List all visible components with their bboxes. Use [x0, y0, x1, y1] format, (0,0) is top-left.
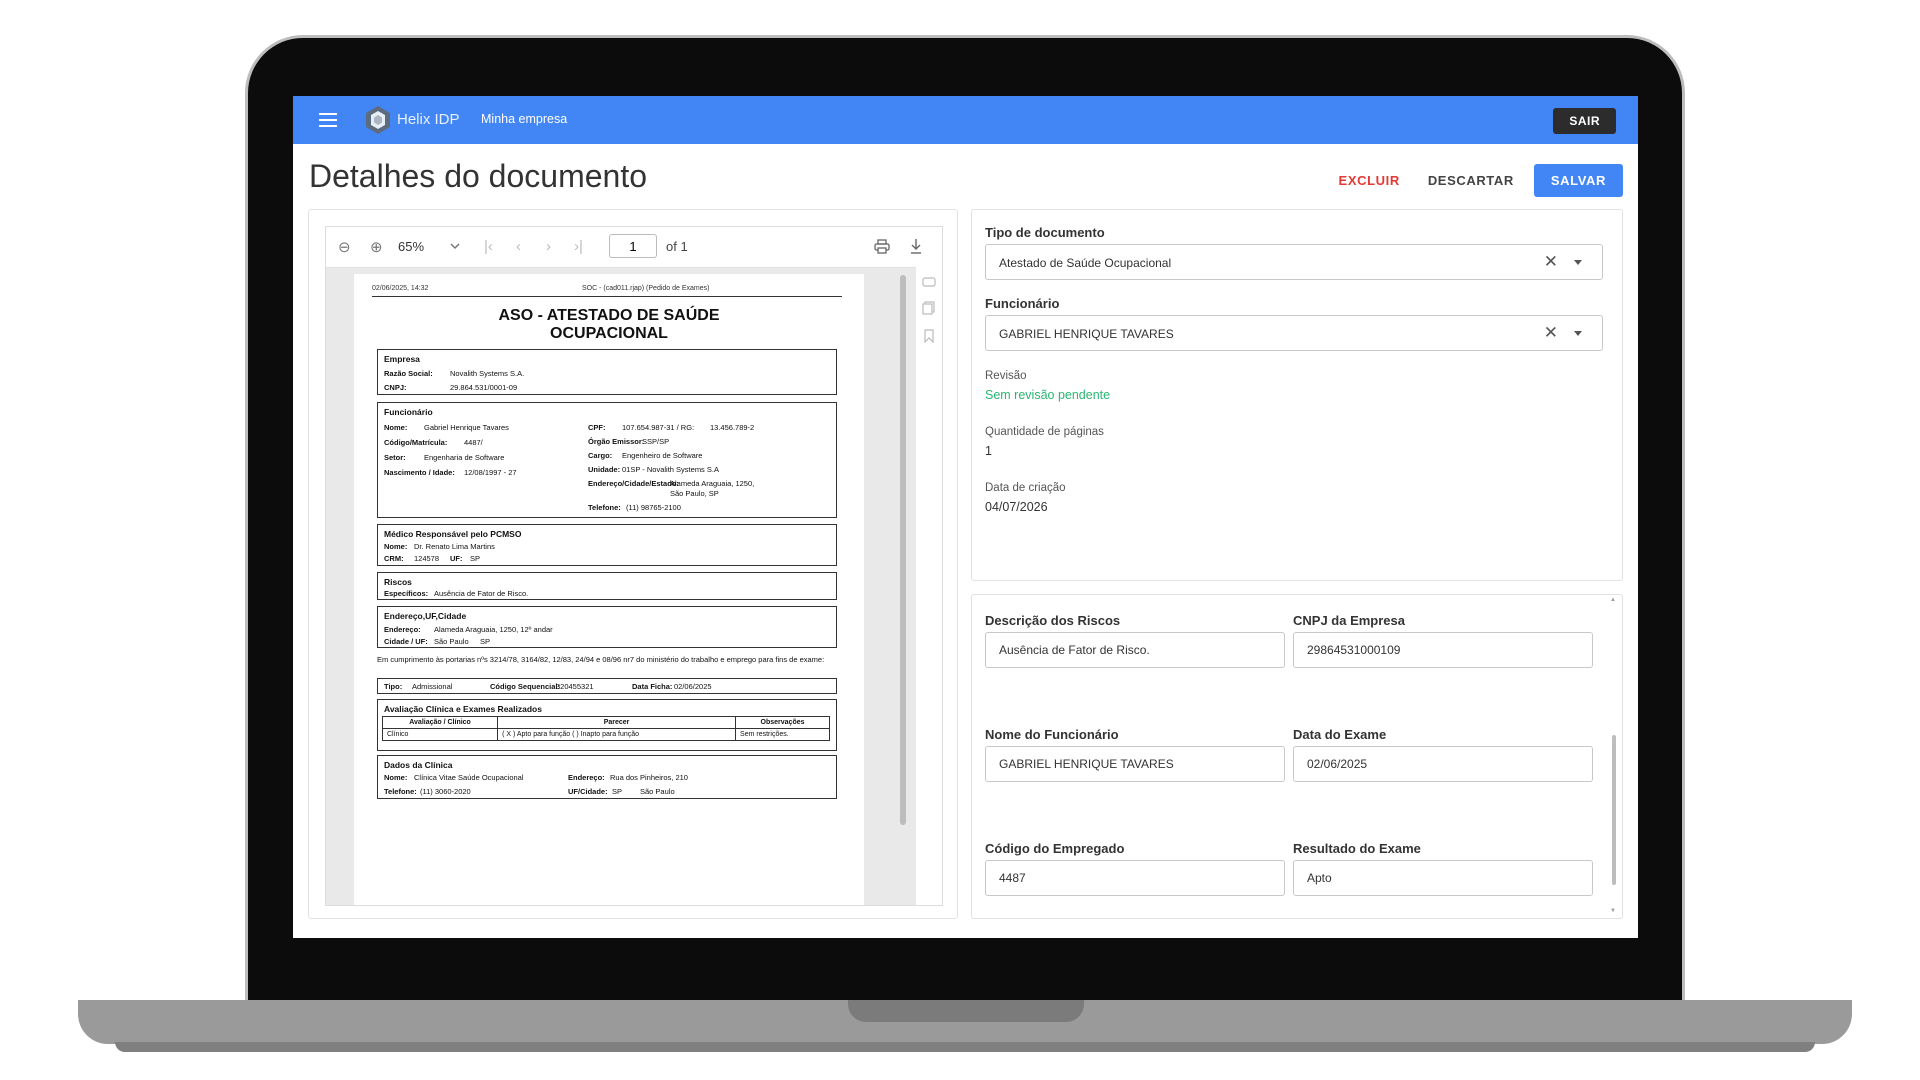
zoom-level[interactable]: 65%: [398, 239, 424, 254]
logout-button[interactable]: SAIR: [1553, 108, 1616, 134]
next-page-icon[interactable]: ›: [546, 238, 551, 255]
revisao-label: Revisão: [985, 370, 1027, 382]
extracted-fields-panel: Descrição dos Riscos Ausência de Fator d…: [971, 594, 1623, 919]
resultado-field-label: Resultado do Exame: [1293, 841, 1421, 856]
laptop-notch: [848, 1000, 1084, 1022]
tipo-select[interactable]: Atestado de Saúde Ocupacional ✕: [985, 244, 1603, 280]
page-number-input[interactable]: [609, 234, 657, 258]
paginas-label: Quantidade de páginas: [985, 426, 1104, 438]
codigo-field-label: Código do Empregado: [985, 841, 1125, 856]
doc-header: 02/06/2025, 14:32 SOC - (cad011.rjap) (P…: [372, 285, 842, 297]
comment-icon[interactable]: [922, 277, 936, 289]
zoom-out-icon[interactable]: ⊖: [338, 238, 351, 256]
zoom-in-icon[interactable]: ⊕: [370, 238, 383, 256]
first-page-icon[interactable]: |‹: [484, 238, 493, 255]
riscos-field-label: Descrição dos Riscos: [985, 613, 1121, 628]
funcionario-label: Funcionário: [985, 296, 1060, 311]
company-switcher[interactable]: Minha empresa: [481, 112, 567, 126]
doc-avaliacao-box: Avaliação Clínica e Exames Realizados Av…: [377, 699, 837, 751]
fields-scrollbar[interactable]: [1612, 735, 1616, 885]
riscos-field-input[interactable]: Ausência de Fator de Risco.: [985, 632, 1285, 668]
codigo-field-input[interactable]: 4487: [985, 860, 1285, 896]
viewer-side-tools: [916, 267, 942, 905]
funcionario-select[interactable]: GABRIEL HENRIQUE TAVARES ✕: [985, 315, 1603, 351]
paginas-value: 1: [985, 444, 992, 458]
bookmark-icon[interactable]: [923, 329, 935, 343]
scroll-up-icon[interactable]: ▲: [1610, 597, 1616, 603]
page-total: of 1: [666, 239, 688, 254]
cnpj-field-label: CNPJ da Empresa: [1293, 613, 1405, 628]
nome-field-input[interactable]: GABRIEL HENRIQUE TAVARES: [985, 746, 1285, 782]
clear-tipo-icon[interactable]: ✕: [1544, 252, 1558, 272]
discard-button[interactable]: DESCARTAR: [1414, 165, 1528, 196]
hexagon-logo-icon: [366, 106, 390, 134]
document-page: 02/06/2025, 14:32 SOC - (cad011.rjap) (P…: [354, 274, 864, 905]
cnpj-field-input[interactable]: 29864531000109: [1293, 632, 1593, 668]
nome-field-label: Nome do Funcionário: [985, 727, 1119, 742]
copy-icon[interactable]: [922, 301, 936, 315]
doc-title: ASO - ATESTADO DE SAÚDE OCUPACIONAL: [498, 307, 720, 342]
doc-endereco-box: Endereço,UF,Cidade Endereço: Alameda Ara…: [377, 606, 837, 648]
resultado-field-input[interactable]: Apto: [1293, 860, 1593, 896]
laptop-base-shadow: [115, 1042, 1815, 1052]
scroll-down-icon[interactable]: ▼: [1610, 908, 1616, 914]
last-page-icon[interactable]: ›|: [574, 238, 583, 255]
hamburger-menu-icon[interactable]: [319, 113, 337, 127]
document-info-panel: Tipo de documento Atestado de Saúde Ocup…: [971, 209, 1623, 581]
page-title: Detalhes do documento: [309, 158, 647, 194]
viewer-panel: ⊖ ⊕ 65% |‹ ‹ › ›| of 1 02/06/2025, 14:32…: [308, 209, 958, 919]
prev-page-icon[interactable]: ‹: [516, 238, 521, 255]
doc-empresa-box: Empresa Razão Social: Novalith Systems S…: [377, 349, 837, 395]
data-exame-field-input[interactable]: 02/06/2025: [1293, 746, 1593, 782]
print-icon[interactable]: [874, 239, 890, 254]
tipo-dropdown-arrow-icon[interactable]: [1574, 260, 1582, 265]
data-exame-field-label: Data do Exame: [1293, 727, 1387, 742]
doc-medico-box: Médico Responsável pelo PCMSO Nome: Dr. …: [377, 524, 837, 566]
zoom-dropdown-chevron-icon[interactable]: [450, 243, 460, 250]
download-icon[interactable]: [910, 238, 922, 255]
top-bar: Helix IDP Minha empresa SAIR: [293, 96, 1638, 144]
brand-name: Helix IDP: [397, 111, 460, 128]
doc-clinica-box: Dados da Clínica Nome: Clínica Vitae Saú…: [377, 755, 837, 799]
pdf-viewer: ⊖ ⊕ 65% |‹ ‹ › ›| of 1 02/06/2025, 14:32…: [325, 226, 943, 906]
doc-paragraph: Em cumprimento às portarias nºs 3214/78,…: [377, 655, 825, 664]
clear-funcionario-icon[interactable]: ✕: [1544, 323, 1558, 343]
page-actions: EXCLUIR DESCARTAR SALVAR: [1325, 164, 1623, 197]
delete-button[interactable]: EXCLUIR: [1325, 165, 1414, 196]
criacao-label: Data de criação: [985, 482, 1066, 494]
viewer-scrollbar[interactable]: [900, 275, 906, 825]
viewer-toolbar: ⊖ ⊕ 65% |‹ ‹ › ›| of 1: [326, 227, 942, 268]
doc-funcionario-box: Funcionário Nome: Gabriel Henrique Tavar…: [377, 402, 837, 518]
revisao-status: Sem revisão pendente: [985, 388, 1111, 402]
app-screen: Helix IDP Minha empresa SAIR Detalhes do…: [293, 96, 1638, 938]
funcionario-dropdown-arrow-icon[interactable]: [1574, 331, 1582, 336]
doc-avaliacao-table: Avaliação / Clínico Parecer Observações …: [381, 716, 830, 741]
doc-riscos-box: Riscos Específicos: Ausência de Fator de…: [377, 572, 837, 600]
doc-exame-row: Tipo: Admissional Código Sequencial: 320…: [377, 678, 837, 694]
tipo-label: Tipo de documento: [985, 225, 1105, 240]
criacao-value: 04/07/2026: [985, 500, 1048, 514]
save-button[interactable]: SALVAR: [1533, 164, 1623, 197]
